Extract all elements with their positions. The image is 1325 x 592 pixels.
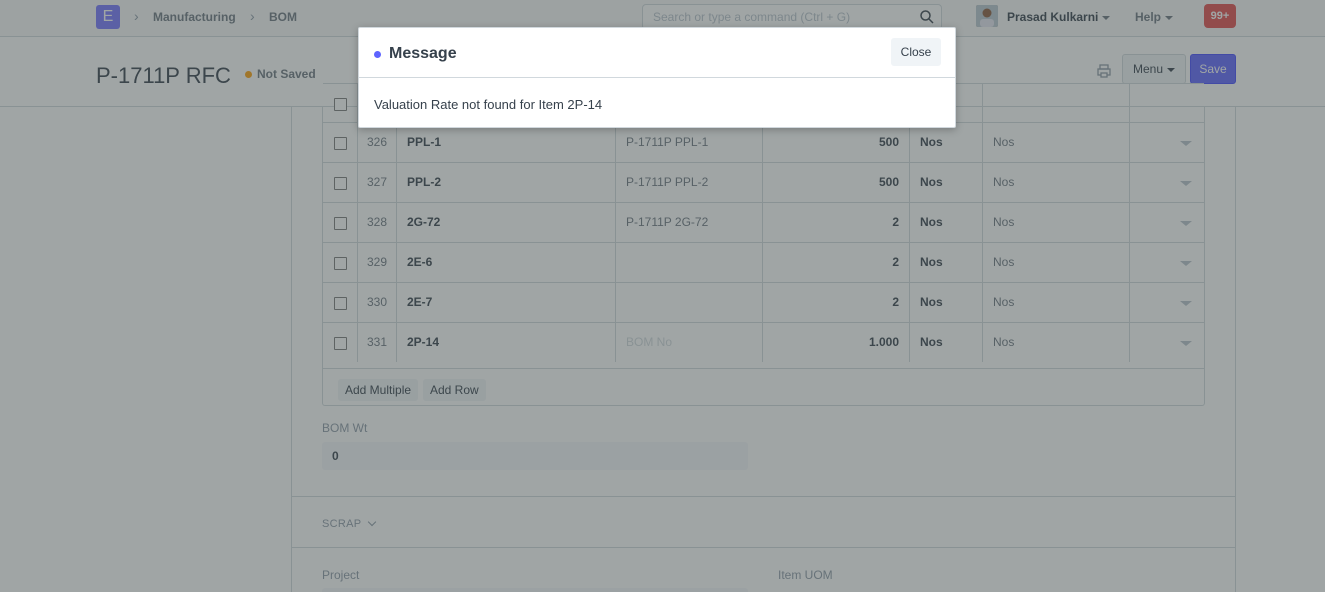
dialog-title: Message <box>389 45 457 62</box>
message-dialog: Message Close Valuation Rate not found f… <box>358 27 956 128</box>
indicator-dot <box>374 51 381 58</box>
close-button[interactable]: Close <box>891 38 941 66</box>
dialog-header: Message Close <box>359 28 955 78</box>
dialog-message: Valuation Rate not found for Item 2P-14 <box>374 97 603 112</box>
